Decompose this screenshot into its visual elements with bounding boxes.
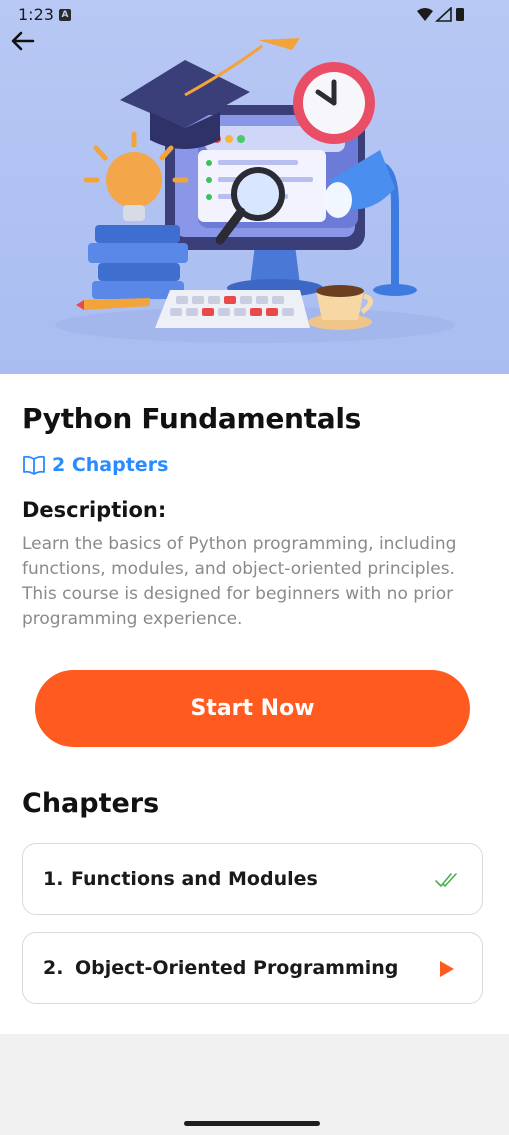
status-icons (415, 6, 475, 27)
chapter-item-1[interactable]: 1. Functions and Modules (22, 843, 483, 915)
play-icon[interactable] (434, 959, 458, 979)
bottom-area (0, 1034, 509, 1135)
description-heading: Description: (22, 498, 167, 522)
chapter-number: 2. (43, 957, 64, 979)
a-badge-icon: A (59, 9, 71, 21)
chapter-number: 1. (43, 868, 64, 890)
double-check-icon (435, 873, 457, 887)
status-bar: 1:23 A (0, 0, 509, 30)
start-now-button[interactable]: Start Now (35, 670, 470, 747)
status-time: 1:23 (18, 5, 54, 24)
chapter-title: Object-Oriented Programming (75, 957, 399, 979)
wifi-icon (417, 8, 433, 21)
back-button[interactable] (8, 28, 40, 56)
signal-icon (434, 6, 452, 22)
chapter-count: 2 Chapters (22, 454, 168, 476)
hero-banner: 1:23 A (0, 0, 509, 374)
arrow-left-icon (11, 31, 35, 51)
description-text: Learn the basics of Python programming, … (22, 534, 457, 629)
chapter-item-2[interactable]: 2. Object-Oriented Programming (22, 932, 483, 1004)
chapter-title: Functions and Modules (71, 868, 318, 890)
course-details: Python Fundamentals 2 Chapters Descripti… (0, 374, 509, 1034)
book-icon (23, 455, 45, 475)
chapters-heading: Chapters (22, 788, 160, 819)
chapter-count-label: 2 Chapters (52, 454, 169, 476)
course-title: Python Fundamentals (22, 402, 362, 435)
gesture-nav-handle[interactable] (184, 1121, 320, 1126)
course-illustration (55, 38, 455, 343)
battery-icon (456, 8, 464, 21)
